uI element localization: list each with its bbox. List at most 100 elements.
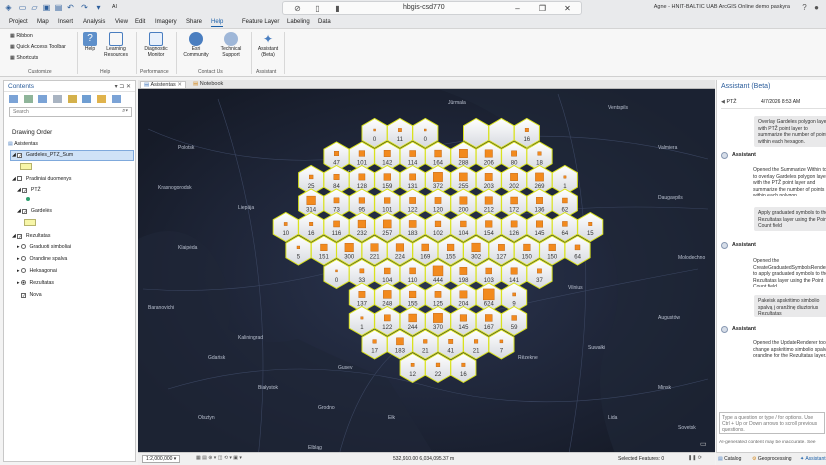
- polygon-symbol-icon[interactable]: [20, 163, 32, 170]
- contents-search-box[interactable]: ⌕▾: [9, 107, 132, 117]
- radio-button[interactable]: [21, 256, 27, 261]
- help-circle-icon[interactable]: ?: [800, 3, 809, 12]
- expand-chevron-icon[interactable]: ▸: [17, 244, 20, 250]
- menu-edit[interactable]: Edit: [135, 19, 145, 25]
- account-icon[interactable]: ●: [812, 3, 821, 12]
- dropdown-icon[interactable]: ▾: [94, 3, 103, 12]
- menu-data[interactable]: Data: [318, 19, 331, 25]
- save-icon[interactable]: ▣: [42, 3, 51, 12]
- menu-feature-layer[interactable]: Feature Layer: [242, 19, 279, 25]
- tab-assistant[interactable]: ✦ Assistant: [800, 456, 826, 462]
- menu-project[interactable]: Project: [9, 19, 28, 25]
- ribbon-button[interactable]: ▦ Ribbon: [10, 33, 33, 39]
- visibility-checkbox[interactable]: ✓: [17, 153, 23, 158]
- graduated-symbol-marker: [333, 197, 340, 204]
- undo-icon[interactable]: ↶: [66, 3, 75, 12]
- collapse-chevron-icon[interactable]: ◢: [12, 233, 16, 239]
- graduated-symbol-marker: [358, 150, 366, 157]
- visibility-checkbox[interactable]: ✓: [17, 234, 23, 239]
- point-symbol-icon[interactable]: [26, 197, 30, 201]
- map-view[interactable]: RigaJūrmalaJelgavaLiepājaŠiauliaiPanevėž…: [138, 80, 715, 465]
- graduated-symbol-marker: [536, 197, 543, 204]
- list-by-snapping-icon[interactable]: [67, 95, 77, 103]
- scale-dropdown[interactable]: 1:2,000,000 ▾: [142, 455, 181, 463]
- list-by-perspective-icon[interactable]: [97, 95, 107, 103]
- diagnostic-monitor-button[interactable]: Diagnostic Monitor: [140, 32, 172, 58]
- technical-support-button[interactable]: Technical Support: [215, 32, 247, 58]
- search-icon[interactable]: ⌕▾: [122, 108, 128, 115]
- tab-asistentas[interactable]: ▤ Asistentas ✕: [140, 81, 186, 88]
- minimize-icon[interactable]: –: [513, 4, 522, 13]
- polygon-symbol-icon[interactable]: [24, 219, 36, 226]
- map-canvas[interactable]: RigaJūrmalaJelgavaLiepājaŠiauliaiPanevėž…: [138, 89, 715, 461]
- tree-layer-gardeles-ptz-sum[interactable]: ◢ ✓ Gardeles_PTZ_Sum: [12, 152, 73, 158]
- project-title-pill: ⊘ ▯ ▮ hbgis-csd770 – ❐ ✕: [282, 1, 582, 15]
- save-as-icon[interactable]: ▤: [54, 3, 63, 12]
- graduated-symbol-marker: [308, 174, 314, 180]
- menu-share[interactable]: Share: [186, 19, 202, 25]
- tab-catalog[interactable]: ▤ Catalog: [718, 456, 741, 462]
- qat-button[interactable]: ▦ Quick Access Toolbar: [10, 44, 66, 50]
- map-overview-icon[interactable]: ▭: [700, 440, 710, 448]
- graduated-symbol-marker: [358, 173, 366, 181]
- tree-sub-heksagonai[interactable]: ▸ Heksagonai: [17, 268, 57, 274]
- tab-geoprocessing[interactable]: ⚙ Geoprocessing: [752, 456, 792, 462]
- bell-off-icon[interactable]: ⊘: [293, 4, 302, 13]
- visibility-checkbox[interactable]: ✓: [22, 188, 28, 193]
- visibility-checkbox[interactable]: ✓: [21, 293, 27, 298]
- collapse-chevron-icon[interactable]: ◢: [12, 176, 16, 182]
- contents-search-input[interactable]: [10, 108, 110, 116]
- list-by-labeling-icon[interactable]: [82, 95, 92, 103]
- list-by-source-icon[interactable]: [23, 95, 33, 103]
- assistant-input[interactable]: Type a question or type / for options. U…: [719, 412, 825, 434]
- menu-map[interactable]: Map: [37, 19, 49, 25]
- assistant-beta-button[interactable]: ✦ Assistant (Beta): [254, 32, 282, 58]
- tree-group-pradiniai[interactable]: ◢ Pradiniai duomenys: [12, 176, 71, 182]
- menu-help[interactable]: Help: [211, 19, 224, 27]
- collapse-chevron-icon[interactable]: ◢: [17, 187, 21, 193]
- menu-insert[interactable]: Insert: [58, 19, 73, 25]
- redo-icon[interactable]: ↷: [80, 3, 89, 12]
- menu-view[interactable]: View: [115, 19, 128, 25]
- list-by-editing-icon[interactable]: [53, 95, 63, 103]
- open-project-icon[interactable]: ▱: [30, 3, 39, 12]
- tree-sub-graduoti[interactable]: ▸ Graduoti simboliai: [17, 244, 71, 250]
- visibility-checkbox[interactable]: ✓: [22, 209, 28, 214]
- quick-dropdown[interactable]: AI: [112, 4, 117, 10]
- menu-labeling[interactable]: Labeling: [287, 19, 310, 25]
- restore-icon[interactable]: ❐: [538, 4, 547, 13]
- menu-analysis[interactable]: Analysis: [83, 19, 105, 25]
- conversation-chevron-icon[interactable]: ◀: [721, 99, 725, 105]
- tree-sub-orandine[interactable]: ▸ Orandine spalva: [17, 256, 67, 262]
- expand-chevron-icon[interactable]: ▸: [17, 268, 20, 274]
- tree-group-rezultatas[interactable]: ◢ ✓ Rezultatas: [12, 233, 50, 239]
- tree-layer-ptz[interactable]: ◢ ✓ PTŽ: [17, 187, 41, 193]
- shortcuts-button[interactable]: ▦ Shortcuts: [10, 55, 38, 61]
- tree-sub-rezultatas[interactable]: ▸ Rezultatas: [17, 280, 54, 286]
- collapse-chevron-icon[interactable]: ◢: [17, 208, 21, 214]
- esri-community-button[interactable]: Esri Community: [180, 32, 212, 58]
- list-by-selection-icon[interactable]: [38, 95, 48, 103]
- learning-resources-button[interactable]: Learning Resources: [102, 32, 130, 58]
- expand-chevron-icon[interactable]: ▸: [17, 280, 20, 286]
- radio-button-selected[interactable]: [21, 280, 27, 285]
- visibility-checkbox[interactable]: [17, 176, 23, 181]
- radio-button[interactable]: [21, 244, 27, 249]
- tree-layer-gardeles[interactable]: ◢ ✓ Gardelės: [17, 208, 52, 214]
- close-icon[interactable]: ✕: [563, 4, 572, 13]
- list-by-charts-icon[interactable]: [111, 95, 121, 103]
- collapse-chevron-icon[interactable]: ◢: [12, 152, 16, 158]
- expand-chevron-icon[interactable]: ▸: [17, 256, 20, 262]
- status-icons[interactable]: ❚❚ ⟳: [688, 455, 702, 461]
- help-button[interactable]: ? Help: [81, 32, 99, 53]
- menu-imagery[interactable]: Imagery: [155, 19, 177, 25]
- map-nav-icons[interactable]: ▦ ▤ ⊕ ▾ ◫ ⟲ ▾ ▣ ▾: [196, 455, 242, 461]
- list-by-drawing-order-icon[interactable]: [9, 95, 18, 103]
- pane-options-icon[interactable]: ▾ ⊐ ✕: [115, 83, 131, 90]
- tab-notebook[interactable]: ▤ Notebook: [190, 81, 226, 87]
- tree-sub-nova[interactable]: ▸ ✓ Nova: [17, 292, 42, 298]
- new-project-icon[interactable]: ▭: [18, 3, 27, 12]
- radio-button[interactable]: [21, 268, 27, 273]
- graduated-symbol-marker: [409, 197, 416, 204]
- tree-map-asistentas[interactable]: ▤ Asistentas: [8, 141, 38, 147]
